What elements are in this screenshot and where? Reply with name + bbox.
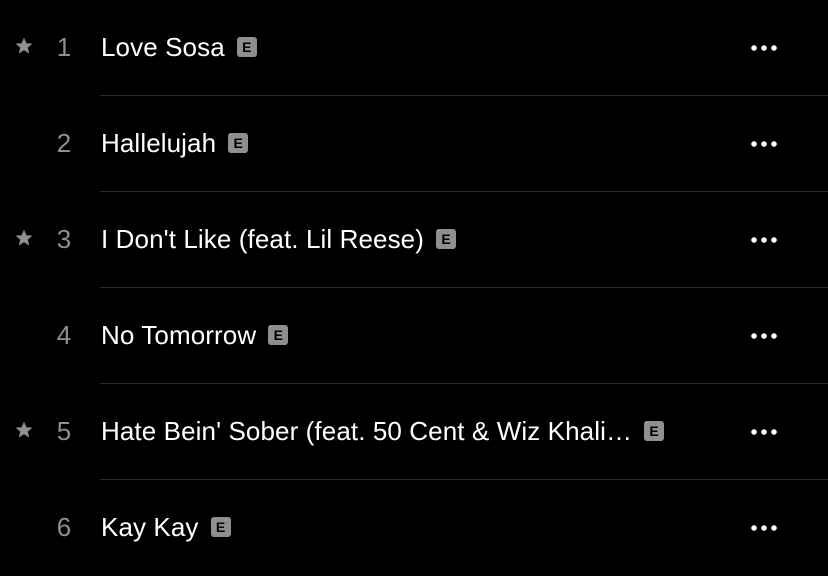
track-title-group: No Tomorrow E [101, 317, 289, 353]
explicit-badge: E [228, 133, 249, 153]
track-title: Kay Kay [101, 512, 199, 542]
more-options-button[interactable] [742, 220, 786, 260]
track-title: Hate Bein' Sober (feat. 50 Cent & Wiz Kh… [101, 416, 633, 446]
track-title-group: Kay Kay E [101, 509, 231, 545]
track-number: 3 [56, 224, 72, 254]
explicit-badge: E [210, 517, 231, 537]
explicit-badge: E [436, 229, 456, 249]
track-row[interactable]: 2 Hallelujah E [0, 96, 828, 192]
ellipsis-icon [751, 237, 777, 243]
ellipsis-icon [751, 141, 777, 147]
track-title: Love Sosa [101, 32, 225, 62]
track-title: No Tomorrow [101, 320, 257, 350]
track-number: 5 [56, 416, 72, 446]
explicit-badge: E [236, 37, 257, 57]
track-number: 2 [56, 128, 72, 158]
more-options-button[interactable] [742, 412, 786, 452]
track-title-group: Hallelujah E [101, 125, 249, 161]
star-icon [14, 228, 34, 248]
track-title-group: Love Sosa E [101, 29, 257, 65]
ellipsis-icon [751, 429, 777, 435]
track-title: Hallelujah [101, 128, 217, 158]
track-row[interactable]: 6 Kay Kay E [0, 480, 828, 576]
track-row[interactable]: 1 Love Sosa E [0, 0, 828, 96]
explicit-badge: E [268, 325, 289, 345]
track-number: 6 [56, 512, 72, 542]
explicit-badge: E [644, 421, 665, 441]
track-number: 1 [56, 32, 72, 62]
track-title-group: I Don't Like (feat. Lil Reese) E [101, 221, 456, 257]
more-options-button[interactable] [742, 316, 786, 356]
star-icon [14, 36, 34, 56]
track-number: 4 [56, 320, 72, 350]
ellipsis-icon [751, 333, 777, 339]
more-options-button[interactable] [742, 508, 786, 548]
star-icon [14, 420, 34, 440]
track-title-group: Hate Bein' Sober (feat. 50 Cent & Wiz Kh… [101, 413, 665, 449]
ellipsis-icon [751, 525, 777, 531]
track-row[interactable]: 5 Hate Bein' Sober (feat. 50 Cent & Wiz … [0, 384, 828, 480]
track-row[interactable]: 3 I Don't Like (feat. Lil Reese) E [0, 192, 828, 288]
track-list: 1 Love Sosa E 2 Hallelujah E 3 I Don't L… [0, 0, 828, 564]
track-row[interactable]: 4 No Tomorrow E [0, 288, 828, 384]
track-title: I Don't Like (feat. Lil Reese) [101, 224, 424, 254]
more-options-button[interactable] [742, 28, 786, 68]
more-options-button[interactable] [742, 124, 786, 164]
ellipsis-icon [751, 45, 777, 51]
